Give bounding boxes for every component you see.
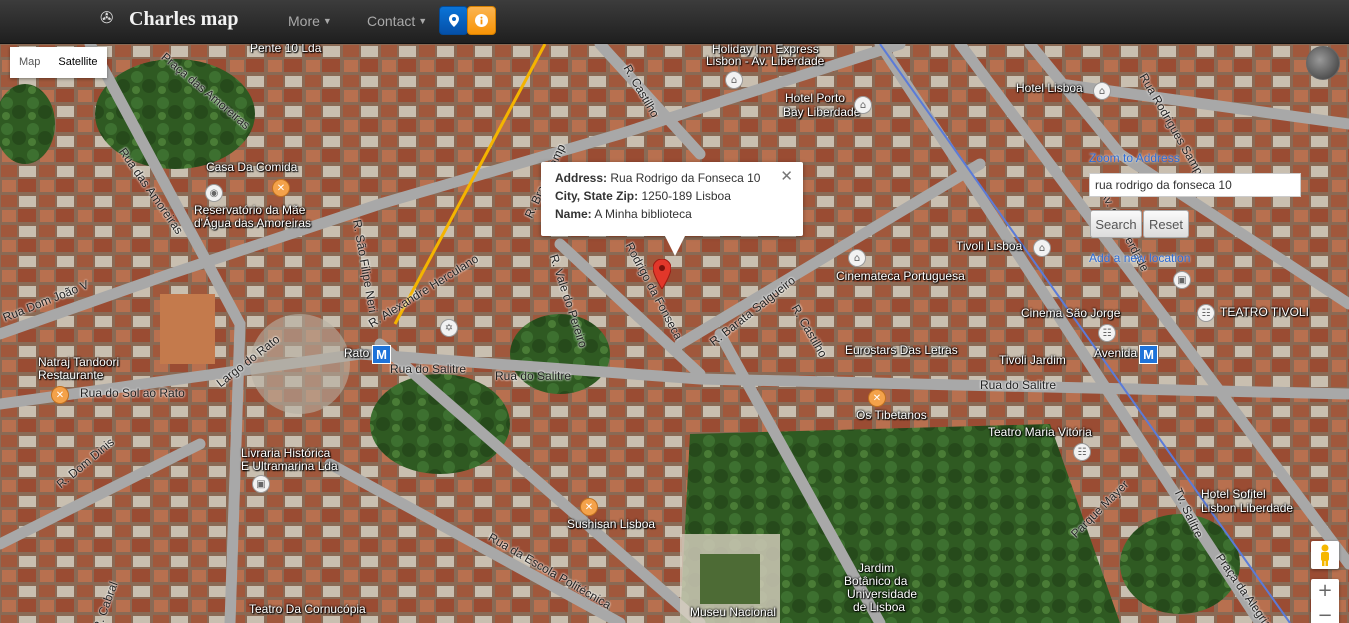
zoom-out-button[interactable]: − bbox=[1311, 604, 1339, 623]
street-view-button[interactable] bbox=[1311, 541, 1339, 569]
map-label: E Ultramarina Lda bbox=[241, 459, 338, 473]
map-label: Lisbon - Av. Liberdade bbox=[706, 54, 825, 68]
map-label: Museu Nacional bbox=[690, 605, 777, 619]
map-label: Sushisan Lisboa bbox=[567, 517, 656, 531]
add-location-link[interactable]: Add a new location bbox=[1089, 251, 1190, 265]
contact-menu[interactable]: Contact ▼ bbox=[367, 13, 427, 29]
synagogue-icon: ✡ bbox=[440, 319, 458, 337]
camera-icon: ◉ bbox=[205, 184, 223, 202]
map-type-satellite-button[interactable]: Satellite bbox=[49, 47, 106, 78]
road-label: Rua do Salitre bbox=[495, 369, 572, 383]
close-icon[interactable]: ✕ bbox=[780, 167, 793, 185]
hotel-icon: ⌂ bbox=[1093, 82, 1111, 100]
restaurant-icon: ✕ bbox=[272, 179, 290, 197]
location-button[interactable] bbox=[439, 6, 468, 35]
map-label: Restaurante bbox=[38, 368, 104, 382]
map-label: Teatro Da Cornucópia bbox=[249, 602, 366, 616]
map-label: Rato bbox=[344, 346, 370, 360]
brand-title[interactable]: Charles map bbox=[129, 8, 238, 31]
zoom-to-address-link[interactable]: Zoom to Address bbox=[1089, 151, 1180, 165]
map-marker-icon bbox=[448, 14, 459, 27]
location-marker-icon[interactable] bbox=[653, 259, 671, 289]
map-type-map-button[interactable]: Map bbox=[10, 47, 49, 78]
metro-icon: M bbox=[372, 345, 391, 364]
avatar[interactable] bbox=[1306, 46, 1340, 80]
zoom-in-button[interactable]: + bbox=[1311, 579, 1339, 604]
map-label: Cinema São Jorge bbox=[1021, 306, 1121, 320]
shop-icon: ▣ bbox=[252, 475, 270, 493]
map-label: Universidade bbox=[847, 587, 918, 601]
map-label: Livraria Histórica bbox=[241, 446, 331, 460]
zoom-control: + − bbox=[1311, 579, 1339, 623]
map-label: Eurostars Das Letras bbox=[845, 343, 958, 357]
hotel-icon: ⌂ bbox=[725, 71, 743, 89]
map-label: Reservatório da Mãe bbox=[194, 203, 306, 217]
theater-icon: ☷ bbox=[1197, 304, 1215, 322]
caret-down-icon: ▼ bbox=[418, 16, 428, 26]
more-menu[interactable]: More ▼ bbox=[288, 13, 332, 29]
theater-icon: ☷ bbox=[1098, 324, 1116, 342]
map-label: Avenida bbox=[1094, 346, 1138, 360]
map-label: Hotel Porto bbox=[785, 91, 846, 105]
map-label: Tivoli Jardim bbox=[999, 353, 1066, 367]
metro-icon: M bbox=[1139, 345, 1158, 364]
theater-icon: ☷ bbox=[1073, 443, 1091, 461]
museum-icon: ⌂ bbox=[848, 249, 866, 267]
info-window: ✕ Address: Rua Rodrigo da Fonseca 10 Cit… bbox=[541, 162, 803, 256]
navbar: ✇ Charles map More ▼ Contact ▼ bbox=[0, 0, 1349, 44]
map-label: Natraj Tandoori bbox=[38, 355, 120, 369]
caret-down-icon: ▼ bbox=[322, 16, 332, 26]
map-label: Pente 10 Lda bbox=[250, 44, 322, 55]
info-city: City, State Zip: 1250-189 Lisboa bbox=[555, 189, 731, 203]
map-label: Tivoli Lisboa bbox=[956, 239, 1023, 253]
restaurant-icon: ✕ bbox=[580, 498, 598, 516]
road-label: Rua do Sol ao Rato bbox=[80, 386, 185, 400]
road-label: Rua do Salitre bbox=[980, 378, 1057, 392]
restaurant-icon: ✕ bbox=[868, 389, 886, 407]
info-icon bbox=[475, 14, 488, 27]
info-window-tail bbox=[665, 236, 685, 256]
road-label: Rua do Salitre bbox=[390, 362, 467, 376]
shop-icon: ▣ bbox=[1173, 271, 1191, 289]
map-type-control: Map Satellite bbox=[10, 47, 107, 78]
map-label: Lisbon Liberdade bbox=[1201, 501, 1294, 515]
hotel-icon: ⌂ bbox=[854, 96, 872, 114]
map-label: Cinemateca Portuguesa bbox=[836, 269, 965, 283]
address-search-input[interactable] bbox=[1089, 173, 1301, 197]
map-label: Casa Da Comida bbox=[206, 160, 298, 174]
map-label: Jardim bbox=[858, 561, 895, 575]
map-label: d'Água das Amoreiras bbox=[194, 216, 312, 230]
info-name: Name: A Minha biblioteca bbox=[555, 207, 692, 221]
info-button[interactable] bbox=[467, 6, 496, 35]
compass-icon: ✇ bbox=[100, 8, 114, 27]
pegman-icon bbox=[1321, 544, 1329, 566]
map-label: TEATRO TIVOLI bbox=[1220, 305, 1309, 319]
satellite-map[interactable]: Map Satellite Pente 10 Lda Holiday Inn E… bbox=[0, 44, 1349, 623]
map-label: Bay Liberdade bbox=[783, 105, 861, 119]
map-label: Hotel Lisboa bbox=[1016, 81, 1083, 95]
hotel-icon: ⌂ bbox=[1033, 239, 1051, 257]
info-address: Address: Rua Rodrigo da Fonseca 10 bbox=[555, 171, 761, 185]
map-label: Botânico da bbox=[844, 574, 908, 588]
map-label: Os Tibetanos bbox=[856, 408, 927, 422]
map-label: Hotel Sofitel bbox=[1201, 487, 1266, 501]
search-button[interactable]: Search bbox=[1090, 210, 1142, 238]
map-label: de Lisboa bbox=[853, 600, 906, 614]
restaurant-icon: ✕ bbox=[51, 386, 69, 404]
reset-button[interactable]: Reset bbox=[1143, 210, 1189, 238]
map-label: Teatro Maria Vitória bbox=[988, 425, 1092, 439]
